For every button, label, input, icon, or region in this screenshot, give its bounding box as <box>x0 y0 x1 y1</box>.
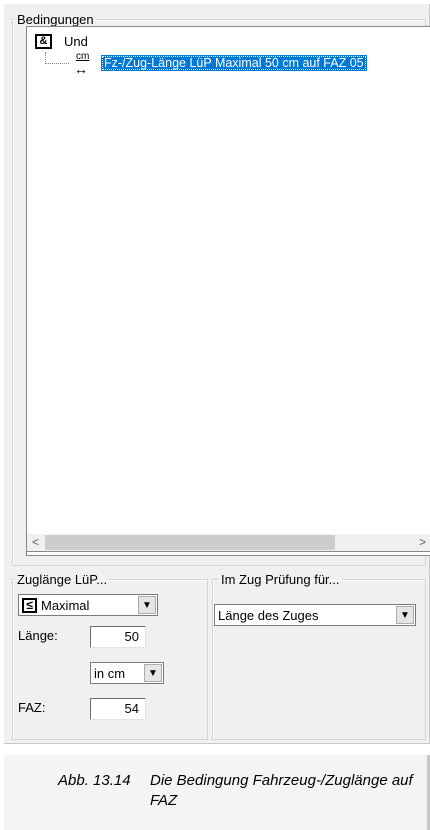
figure-caption-box: Abb. 13.14 Die Bedingung Fahrzeug-/Zuglä… <box>4 755 430 830</box>
tree-item-condition[interactable]: cm ↔ Fz-/Zug-Länge LüP Maximal 50 cm auf… <box>45 51 367 77</box>
horizontal-scrollbar[interactable]: < > <box>26 534 430 552</box>
less-equal-icon: ≤ <box>22 597 37 613</box>
conditions-panel: Bedingungen & Und cm ↔ Fz-/Zug-Länge LüP… <box>4 4 430 744</box>
scrollbar-thumb[interactable] <box>45 535 335 550</box>
chevron-down-icon[interactable]: ▼ <box>396 606 414 624</box>
tree-item-label-selected: Fz-/Zug-Länge LüP Maximal 50 cm auf FAZ … <box>101 55 367 71</box>
im-zug-group: Im Zug Prüfung für... <box>212 572 426 740</box>
figure-number: Abb. 13.14 <box>58 772 131 789</box>
mode-select[interactable]: ≤ Maximal ▼ <box>18 594 158 616</box>
chevron-down-icon[interactable]: ▼ <box>138 596 156 614</box>
tree-connector-line <box>45 52 69 64</box>
mode-select-value: Maximal <box>41 597 90 613</box>
figure-caption: Abb. 13.14 Die Bedingung Fahrzeug-/Zuglä… <box>58 771 430 811</box>
scroll-right-icon[interactable]: > <box>414 534 430 551</box>
tree-item-und[interactable]: & Und <box>31 31 88 51</box>
and-operator-icon: & <box>35 33 52 49</box>
scroll-left-icon[interactable]: < <box>27 534 44 551</box>
tree-item-label: Und <box>64 33 88 49</box>
pruefung-select-value: Länge des Zuges <box>218 607 319 623</box>
im-zug-legend: Im Zug Prüfung für... <box>221 572 340 587</box>
figure-caption-text: Die Bedingung Fahrzeug-/Zuglänge auf FAZ <box>150 772 413 809</box>
faz-label: FAZ: <box>18 700 46 715</box>
unit-select[interactable]: in cm ▼ <box>90 662 164 684</box>
unit-select-value: in cm <box>94 665 126 681</box>
conditions-legend: Bedingungen <box>17 12 94 27</box>
conditions-tree[interactable]: & Und cm ↔ Fz-/Zug-Länge LüP Maximal 50 … <box>26 26 430 556</box>
length-cm-icon: cm ↔ <box>74 51 90 77</box>
faz-input[interactable]: 54 <box>90 698 146 720</box>
mode-select-value-wrap: ≤ Maximal <box>19 597 138 613</box>
laenge-label: Länge: <box>18 628 58 643</box>
pruefung-select[interactable]: Länge des Zuges ▼ <box>214 604 416 626</box>
laenge-input[interactable]: 50 <box>90 626 146 648</box>
zuglaenge-legend: Zuglänge LüP... <box>17 572 108 587</box>
chevron-down-icon[interactable]: ▼ <box>144 664 162 682</box>
